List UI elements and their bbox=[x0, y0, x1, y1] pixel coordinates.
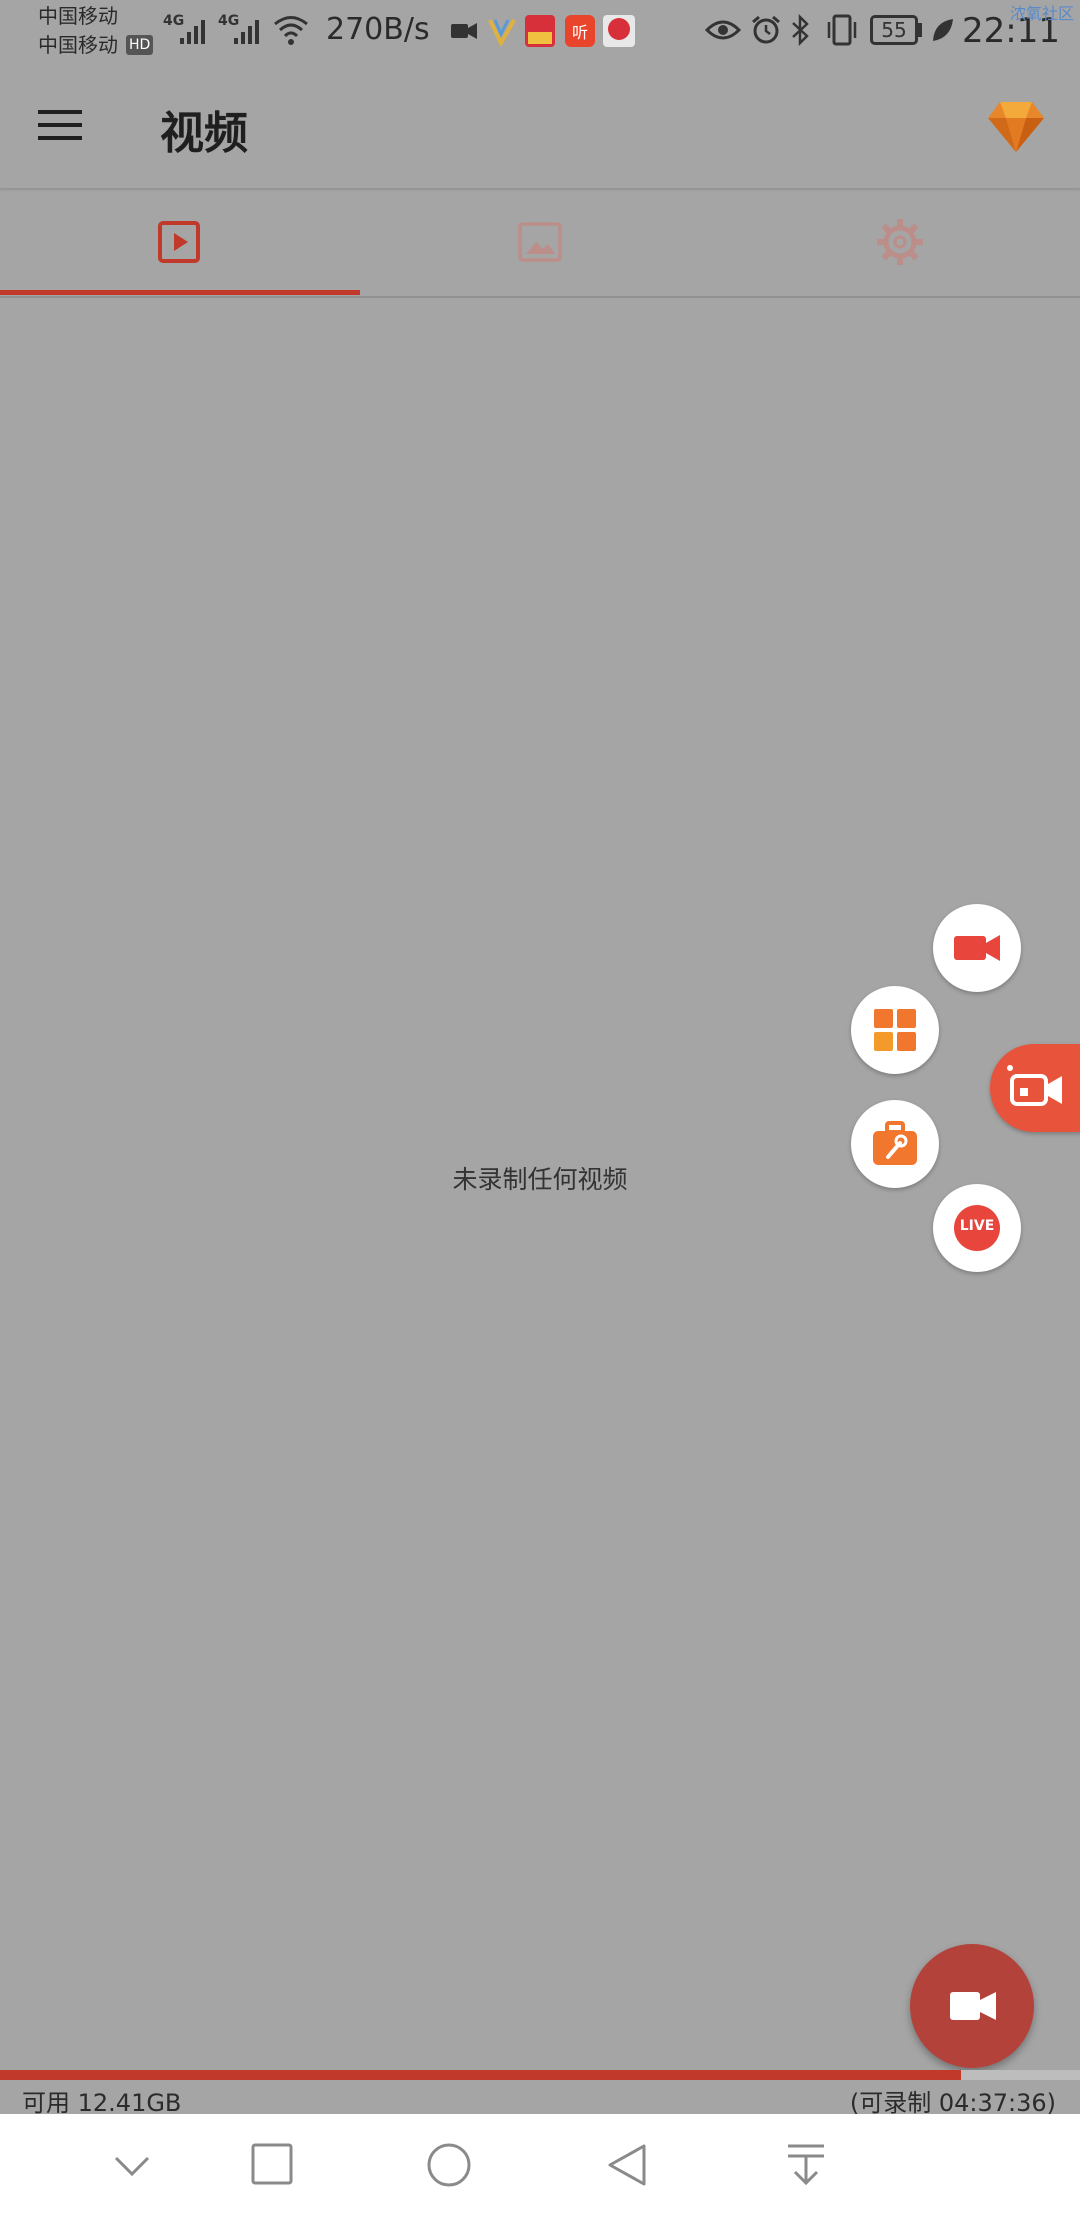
camera-recording-icon bbox=[451, 23, 477, 39]
hd-badge: HD bbox=[126, 35, 154, 55]
play-icon bbox=[158, 221, 200, 263]
back-button[interactable] bbox=[606, 2142, 648, 2188]
grid-icon bbox=[874, 1009, 916, 1051]
shop-app-icon bbox=[525, 15, 555, 47]
recents-button[interactable] bbox=[250, 2142, 294, 2186]
alarm-icon bbox=[752, 15, 780, 44]
storage-recordable: (可录制 04:37:36) bbox=[849, 2089, 1056, 2117]
svg-text:听: 听 bbox=[572, 23, 588, 42]
wifi-icon bbox=[274, 16, 308, 45]
record-fab[interactable] bbox=[910, 1944, 1034, 2068]
news-app-icon bbox=[603, 15, 635, 47]
battery-tip bbox=[918, 23, 922, 37]
tab-settings[interactable] bbox=[720, 190, 1080, 296]
navigation-bar bbox=[0, 2114, 1080, 2220]
tab-videos[interactable] bbox=[0, 190, 360, 296]
app-bar: 视频 bbox=[0, 62, 1080, 188]
toolbox-button[interactable] bbox=[851, 1100, 939, 1188]
storage-used-fill bbox=[0, 2070, 962, 2080]
chevron-down-icon[interactable] bbox=[112, 2152, 152, 2182]
gear-icon bbox=[877, 219, 923, 265]
home-button[interactable] bbox=[426, 2142, 472, 2188]
status-bar: 中国移动 中国移动 HD 4G 4G 270B/s 听 55 22:11 浓氧社… bbox=[0, 0, 1080, 62]
signal-icon-2 bbox=[234, 20, 259, 44]
premium-diamond-icon[interactable] bbox=[986, 96, 1046, 156]
toolbox-icon bbox=[873, 1121, 917, 1165]
storage-available: 可用 12.41GB bbox=[22, 2089, 182, 2117]
page-title: 视频 bbox=[160, 108, 248, 159]
battery-indicator: 55 bbox=[870, 15, 918, 45]
tab-images[interactable] bbox=[360, 190, 720, 296]
signal-icon-1 bbox=[180, 20, 205, 44]
leaf-icon bbox=[933, 19, 953, 41]
tools-grid-button[interactable] bbox=[851, 986, 939, 1074]
live-stream-button[interactable]: LIVE bbox=[933, 1184, 1021, 1272]
network-speed: 270B/s bbox=[326, 12, 430, 47]
video-camera-icon bbox=[950, 1992, 996, 2020]
camcorder-icon bbox=[1007, 1065, 1062, 1106]
bluetooth-icon bbox=[792, 14, 809, 46]
tab-bar bbox=[0, 190, 1080, 298]
eye-icon bbox=[705, 20, 741, 40]
watermark: 浓氧社区 bbox=[1010, 4, 1075, 23]
image-icon bbox=[518, 222, 562, 262]
tab-indicator bbox=[0, 290, 360, 295]
video-camera-icon bbox=[954, 935, 1000, 961]
carrier-2: 中国移动 bbox=[38, 33, 118, 57]
menu-icon[interactable] bbox=[38, 108, 84, 142]
floating-recorder-toggle[interactable] bbox=[990, 1044, 1080, 1132]
live-label: LIVE bbox=[959, 1218, 995, 1234]
record-video-button[interactable] bbox=[933, 904, 1021, 992]
carrier-1: 中国移动 bbox=[38, 4, 118, 28]
notification-pulldown-icon[interactable] bbox=[786, 2142, 826, 2188]
v-app-icon bbox=[488, 19, 516, 46]
listen-app-icon: 听 bbox=[565, 15, 595, 47]
vibrate-icon bbox=[827, 14, 857, 46]
